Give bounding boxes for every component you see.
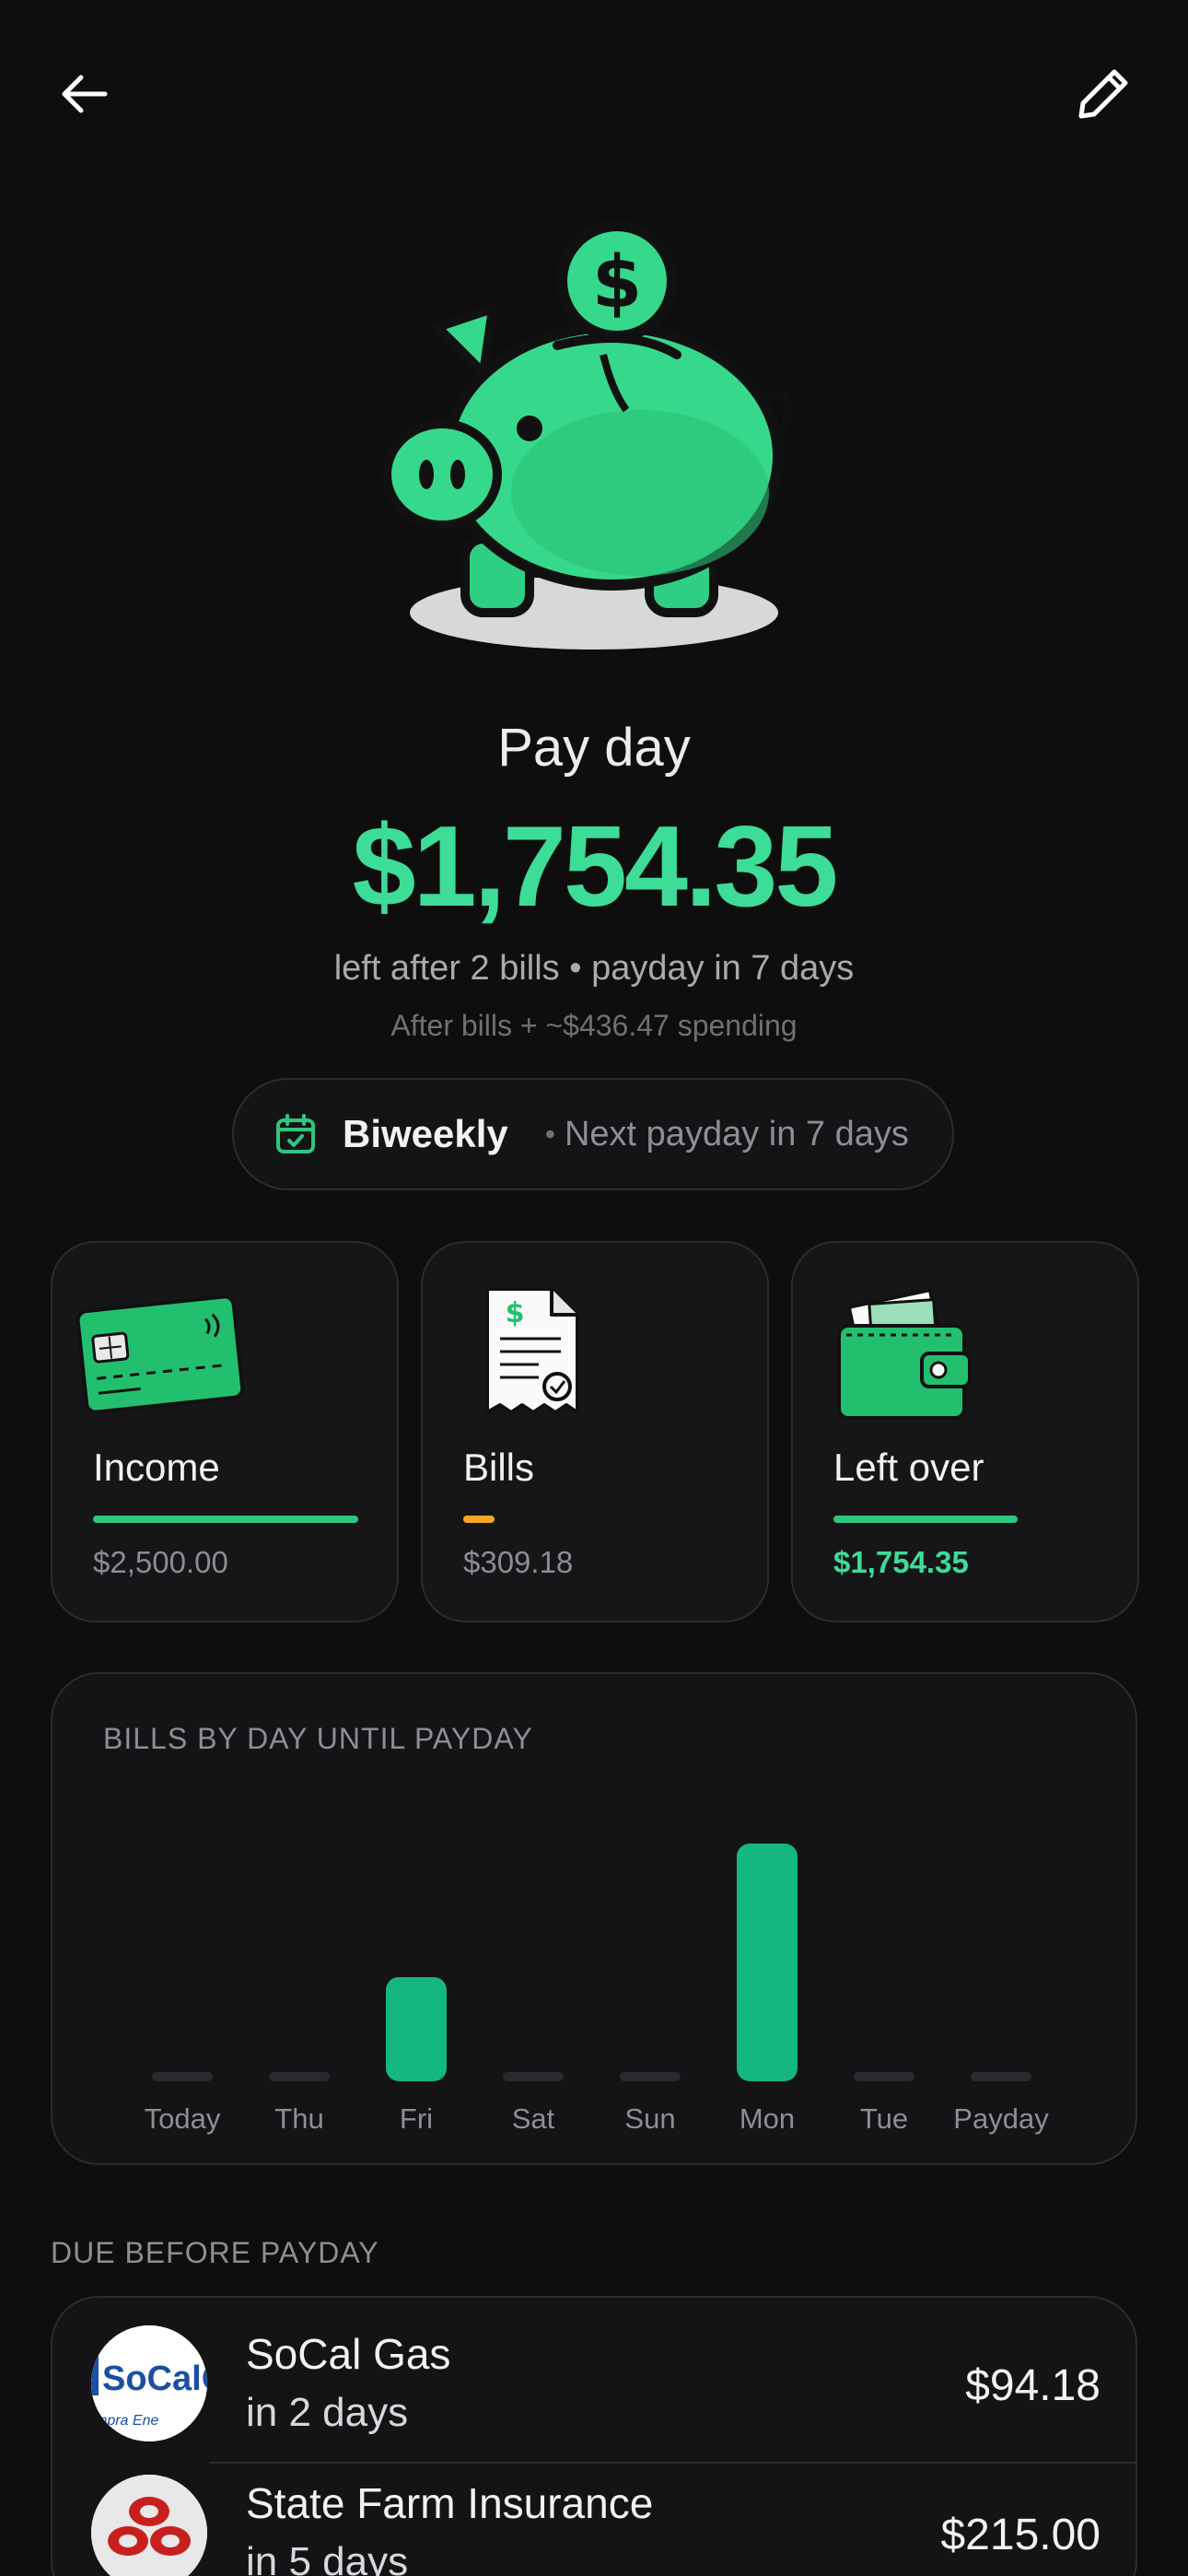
piggy-bank-icon: $ <box>373 207 815 677</box>
pencil-icon <box>1078 69 1128 119</box>
tick-label: Today <box>145 2102 221 2135</box>
frequency-label: Biweekly <box>343 1112 508 1155</box>
page-title: Pay day <box>497 718 691 778</box>
bill-amount: $215.00 <box>940 2511 1101 2559</box>
leftover-value: $1,754.35 <box>833 1545 969 1579</box>
bill-amount: $94.18 <box>965 2361 1101 2410</box>
tick-label: Sat <box>512 2102 555 2135</box>
leftover-label: Left over <box>833 1446 984 1489</box>
due-bills-list: SoCalG mpra Ene SoCal Gas in 2 days $94.… <box>51 2296 1137 2576</box>
tick-label: Mon <box>740 2102 795 2135</box>
bill-name: State Farm Insurance <box>246 2479 654 2527</box>
leftover-card[interactable]: Left over $1,754.35 <box>791 1241 1139 1622</box>
bar-payday <box>971 2072 1031 2081</box>
left-amount: $1,754.35 <box>352 803 839 931</box>
edit-button[interactable] <box>1074 64 1133 123</box>
bar-fri <box>386 1976 447 2081</box>
chart-plot: Today Thu Fri Sat Sun Mon Tue Payday <box>145 1844 1049 2135</box>
bill-due: in 2 days <box>246 2390 409 2435</box>
calendar-check-icon <box>276 1114 315 1153</box>
wallet-icon <box>837 1289 972 1420</box>
tick-label: Sun <box>624 2102 675 2135</box>
svg-text:SoCalG: SoCalG <box>102 2359 207 2398</box>
bar-tue <box>854 2072 914 2081</box>
bills-value: $309.18 <box>463 1545 574 1579</box>
bills-bar <box>463 1516 495 1523</box>
list-item[interactable]: State Farm Insurance in 5 days $215.00 <box>52 2447 1136 2576</box>
bar-thu <box>269 2072 330 2081</box>
bill-due: in 5 days <box>246 2539 409 2576</box>
svg-text:mpra Ene: mpra Ene <box>95 2413 158 2429</box>
svg-text:$: $ <box>506 1297 525 1329</box>
bill-name: SoCal Gas <box>246 2330 451 2378</box>
separator-dot: • <box>544 1117 555 1151</box>
tick-label: Fri <box>400 2102 433 2135</box>
summary-subtitle: left after 2 bills • payday in 7 days <box>333 949 855 988</box>
income-label: Income <box>93 1446 220 1489</box>
statefarm-logo <box>91 2475 207 2576</box>
tick-label: Tue <box>860 2102 908 2135</box>
bills-by-day-chart: BILLS BY DAY UNTIL PAYDAY Today Thu Fri Sat… <box>51 1672 1137 2165</box>
bar-today <box>152 2072 213 2081</box>
spending-note: After bills + ~$436.47 spending <box>390 1009 798 1042</box>
next-payday-text: Next payday in 7 days <box>564 1114 909 1153</box>
income-bar <box>93 1516 358 1523</box>
receipt-icon: $ <box>485 1287 579 1414</box>
bills-card[interactable]: $ Bills $309.18 <box>421 1241 769 1622</box>
income-value: $2,500.00 <box>93 1545 228 1579</box>
tick-label: Payday <box>953 2102 1049 2135</box>
back-button[interactable] <box>55 64 114 123</box>
bar-sun <box>620 2072 681 2081</box>
income-card[interactable]: Income $2,500.00 <box>51 1241 399 1622</box>
credit-card-icon <box>76 1294 245 1414</box>
arrow-left-icon <box>62 75 108 113</box>
tick-label: Thu <box>274 2102 323 2135</box>
pay-frequency-pill[interactable]: Biweekly • Next payday in 7 days <box>232 1078 954 1190</box>
due-section-title: DUE BEFORE PAYDAY <box>51 2236 379 2269</box>
bar-sat <box>503 2072 564 2081</box>
bills-label: Bills <box>463 1446 535 1489</box>
bar-mon <box>737 1844 798 2081</box>
svg-text:$: $ <box>592 241 642 324</box>
leftover-bar <box>833 1516 1018 1523</box>
list-item[interactable]: SoCalG mpra Ene SoCal Gas in 2 days $94.… <box>52 2298 1136 2447</box>
socalgas-logo: SoCalG mpra Ene <box>91 2325 207 2441</box>
